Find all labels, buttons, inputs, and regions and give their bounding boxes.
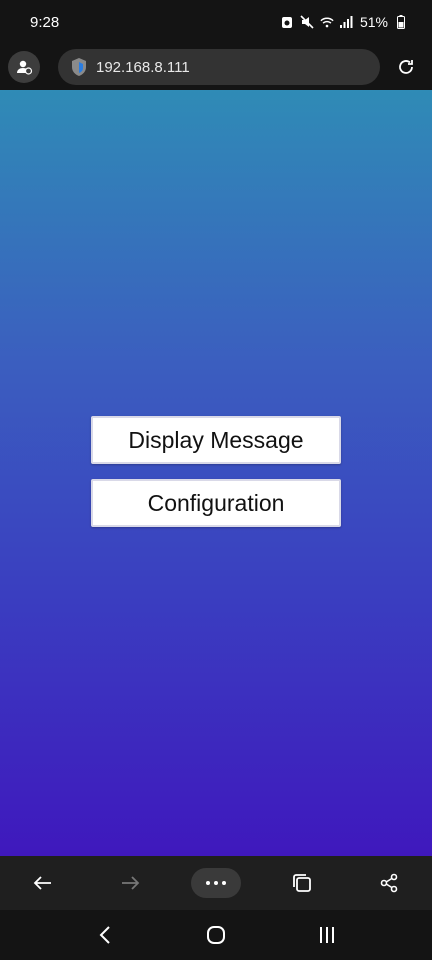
battery-icon (394, 15, 408, 29)
recent-apps-icon[interactable] (301, 915, 353, 955)
url-text: 192.168.8.111 (96, 58, 190, 76)
browser-toolbar (0, 856, 432, 910)
home-icon[interactable] (190, 915, 242, 955)
shield-icon[interactable] (70, 57, 88, 77)
alarm-icon (280, 15, 294, 29)
battery-percent: 51% (359, 14, 388, 30)
web-page-content: Display Message Configuration (0, 90, 432, 856)
browser-address-bar: 192.168.8.111 (0, 44, 432, 90)
signal-icon (340, 15, 354, 29)
wifi-icon (320, 15, 334, 29)
forward-arrow-icon[interactable] (104, 863, 156, 903)
reload-icon[interactable] (394, 55, 418, 79)
profile-icon[interactable] (8, 51, 40, 83)
display-message-button[interactable]: Display Message (91, 416, 341, 464)
status-time: 9:28 (30, 13, 60, 31)
more-icon[interactable] (190, 863, 242, 903)
tabs-icon[interactable] (276, 863, 328, 903)
system-nav-bar (0, 910, 432, 960)
mute-icon (300, 15, 314, 29)
status-bar: 9:28 51% (0, 0, 432, 44)
url-field[interactable]: 192.168.8.111 (58, 49, 380, 85)
nav-back-icon[interactable] (79, 915, 131, 955)
configuration-button[interactable]: Configuration (91, 479, 341, 527)
status-icons: 51% (280, 14, 408, 30)
share-icon[interactable] (363, 863, 415, 903)
back-arrow-icon[interactable] (17, 863, 69, 903)
